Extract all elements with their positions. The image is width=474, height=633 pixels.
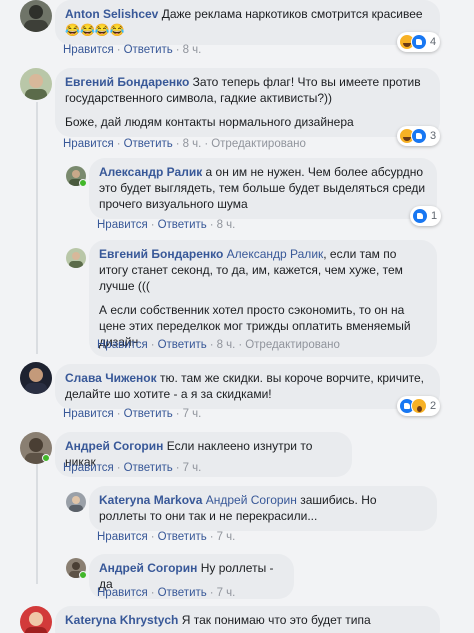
reply-button[interactable]: Ответить — [124, 462, 173, 474]
timestamp[interactable]: 8 ч. — [183, 138, 202, 150]
like-button[interactable]: Нравится — [63, 138, 114, 150]
comment-author[interactable]: Anton Selishcev — [65, 7, 158, 21]
like-icon — [412, 208, 428, 224]
comment-actions: Нравится · Ответить · 7 ч. — [63, 462, 202, 474]
comment: Евгений Бондаренко Зато теперь флаг! Что… — [0, 68, 474, 158]
edited-label[interactable]: Отредактировано — [245, 339, 340, 351]
like-button[interactable]: Нравится — [63, 462, 114, 474]
comment: Слава Чиженок тю. там же скидки. вы коро… — [0, 362, 474, 422]
comment-author[interactable]: Евгений Бондаренко — [99, 247, 223, 261]
timestamp[interactable]: 7 ч. — [217, 531, 236, 543]
comment: Anton Selishcev Даже реклама наркотиков … — [0, 0, 474, 60]
timestamp[interactable]: 7 ч. — [183, 462, 202, 474]
comment-reply: Евгений Бондаренко Александр Ралик, если… — [0, 240, 474, 358]
comment-actions: Нравится · Ответить · 8 ч. — [63, 44, 202, 56]
mention-link[interactable]: Александр Ралик — [227, 247, 324, 261]
mention-link[interactable]: Андрей Согорин — [206, 493, 297, 507]
reply-button[interactable]: Ответить — [158, 339, 207, 351]
avatar[interactable] — [20, 68, 52, 100]
reply-button[interactable]: Ответить — [158, 587, 207, 599]
comment-author[interactable]: Александр Ралик — [99, 165, 202, 179]
comment-bubble: Kateryna Markova Андрей Согорин зашибись… — [89, 486, 437, 531]
like-button[interactable]: Нравится — [63, 408, 114, 420]
avatar[interactable] — [20, 606, 52, 633]
avatar[interactable] — [20, 362, 52, 394]
timestamp[interactable]: 7 ч. — [183, 408, 202, 420]
comment-actions: Нравится · Ответить · 8 ч. — [97, 219, 236, 231]
timestamp[interactable]: 8 ч. — [183, 44, 202, 56]
comment-bubble: Kateryna Khrystych Я так понимаю что это… — [55, 606, 440, 633]
reaction-count: 1 — [431, 210, 438, 222]
comment-actions: Нравится · Ответить · 7 ч. — [63, 408, 202, 420]
wow-icon — [411, 398, 427, 414]
online-status-icon — [79, 179, 87, 187]
comment-author[interactable]: Kateryna Markova — [99, 493, 202, 507]
online-status-icon — [42, 454, 50, 462]
like-icon — [411, 128, 427, 144]
comment-reply: Александр Ралик а он им не нужен. Чем бо… — [0, 158, 474, 238]
comment-author[interactable]: Андрей Согорин — [65, 439, 163, 453]
comment: Kateryna Khrystych Я так понимаю что это… — [0, 606, 474, 633]
reply-button[interactable]: Ответить — [158, 219, 207, 231]
like-button[interactable]: Нравится — [97, 531, 148, 543]
comment-reply: Андрей Согорин Ну роллеты - да Нравится ·… — [0, 554, 474, 599]
avatar[interactable] — [66, 248, 86, 268]
comment-author[interactable]: Андрей Согорин — [99, 561, 197, 575]
online-status-icon — [79, 571, 87, 579]
reactions-summary[interactable]: 2 — [397, 396, 441, 416]
timestamp[interactable]: 7 ч. — [217, 587, 236, 599]
edited-label[interactable]: Отредактировано — [211, 138, 306, 150]
reply-button[interactable]: Ответить — [124, 138, 173, 150]
like-button[interactable]: Нравится — [63, 44, 114, 56]
timestamp[interactable]: 8 ч. — [217, 339, 236, 351]
reactions-summary[interactable]: 4 — [397, 32, 441, 52]
comment-actions: Нравится · Ответить · 7 ч. — [97, 531, 236, 543]
comment-bubble: Слава Чиженок тю. там же скидки. вы коро… — [55, 364, 440, 409]
reply-button[interactable]: Ответить — [124, 44, 173, 56]
like-button[interactable]: Нравится — [97, 339, 148, 351]
comment-text-paragraph: Боже, дай людям контакты нормального диз… — [65, 115, 354, 129]
comment-actions: Нравится · Ответить · 8 ч. · Отредактировано — [63, 138, 306, 150]
timestamp[interactable]: 8 ч. — [217, 219, 236, 231]
comment-author[interactable]: Евгений Бондаренко — [65, 75, 189, 89]
comment-reply: Kateryna Markova Андрей Согорин зашибись… — [0, 486, 474, 546]
avatar[interactable] — [20, 0, 52, 32]
reactions-summary[interactable]: 1 — [410, 206, 442, 226]
comment-actions: Нравится · Ответить · 7 ч. — [97, 587, 236, 599]
comment-author[interactable]: Слава Чиженок — [65, 371, 157, 385]
comment-text: Я так понимаю что это будет типа — [181, 613, 371, 627]
reply-button[interactable]: Ответить — [124, 408, 173, 420]
comment-bubble: Александр Ралик а он им не нужен. Чем бо… — [89, 158, 437, 219]
like-button[interactable]: Нравится — [97, 587, 148, 599]
comment-author[interactable]: Kateryna Khrystych — [65, 613, 178, 627]
reaction-count: 3 — [430, 130, 437, 142]
comment-bubble: Anton Selishcev Даже реклама наркотиков … — [55, 0, 440, 45]
reaction-count: 4 — [430, 36, 437, 48]
reactions-summary[interactable]: 3 — [397, 126, 441, 146]
comment: Андрей Согорин Если наклеено изнутри то … — [0, 432, 474, 477]
comment-actions: Нравится · Ответить · 8 ч. · Отредактировано — [97, 339, 340, 351]
comment-bubble: Евгений Бондаренко Зато теперь флаг! Что… — [55, 68, 440, 137]
like-icon — [411, 34, 427, 50]
avatar[interactable] — [66, 492, 86, 512]
reaction-count: 2 — [430, 400, 437, 412]
reply-button[interactable]: Ответить — [158, 531, 207, 543]
like-button[interactable]: Нравится — [97, 219, 148, 231]
